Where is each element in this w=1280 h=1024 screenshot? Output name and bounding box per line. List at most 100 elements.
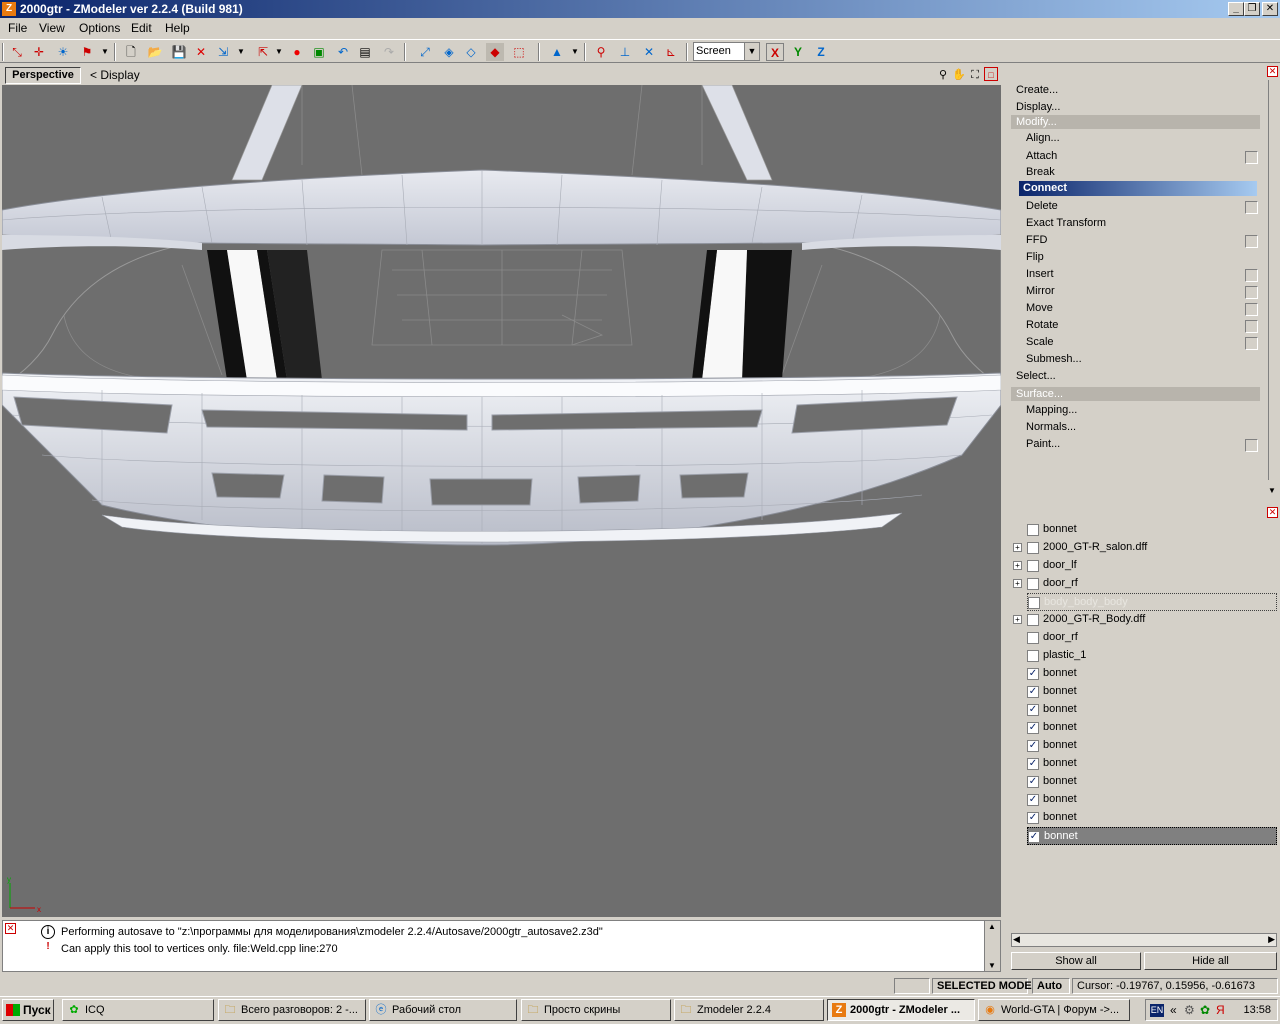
options-box[interactable]	[1245, 201, 1258, 214]
axis-screen-icon[interactable]: ⊾	[662, 43, 680, 61]
command-insert[interactable]: Insert	[1026, 268, 1054, 280]
visibility-checkbox[interactable]: ✓	[1027, 812, 1039, 824]
tree-item[interactable]: body_body_body	[1027, 593, 1277, 611]
tree-item[interactable]: + door_lf	[1007, 557, 1280, 575]
visibility-checkbox[interactable]: ✓	[1027, 704, 1039, 716]
command-display[interactable]: Display...	[1016, 101, 1060, 113]
tree-item[interactable]: bonnet	[1007, 521, 1280, 539]
visibility-checkbox[interactable]: ✓	[1027, 758, 1039, 770]
taskbar-item-chat[interactable]: 🗀 Всего разговоров: 2 -...	[218, 999, 366, 1021]
object-mode-icon[interactable]: ◇	[462, 43, 480, 61]
restore-button[interactable]: ❐	[1244, 2, 1260, 16]
command-mirror[interactable]: Mirror	[1026, 285, 1055, 297]
tree-item[interactable]: +2000_GT-R_Body.dff	[1007, 611, 1280, 629]
visibility-checkbox[interactable]	[1027, 560, 1039, 572]
command-scale[interactable]: Scale	[1026, 336, 1054, 348]
new-file-icon[interactable]: 🗋	[122, 43, 140, 61]
tree-item[interactable]: +2000_GT-R_salon.dff	[1007, 539, 1280, 557]
command-select[interactable]: Select...	[1016, 370, 1056, 382]
viewport-perspective-tab[interactable]: Perspective	[5, 67, 81, 84]
command-modify[interactable]: Modify...	[1011, 115, 1260, 129]
visibility-checkbox[interactable]	[1027, 578, 1039, 590]
taskbar-item-desktop[interactable]: ⓔ Рабочий стол	[369, 999, 517, 1021]
options-box[interactable]	[1245, 235, 1258, 248]
vertex-mode-icon[interactable]: ⤢	[416, 43, 434, 61]
walker-tool-icon[interactable]: ☀	[54, 43, 72, 61]
redo-icon[interactable]: ↷	[380, 43, 398, 61]
visibility-checkbox[interactable]: ✓	[1027, 794, 1039, 806]
visibility-checkbox[interactable]	[1027, 650, 1039, 662]
zoom-icon[interactable]: ⚲	[936, 68, 950, 82]
command-move[interactable]: Move	[1026, 302, 1053, 314]
tree-item[interactable]: ✓ bonnet	[1007, 755, 1280, 773]
menu-view[interactable]: View	[39, 21, 65, 35]
visibility-checkbox[interactable]	[1027, 542, 1039, 554]
minimize-button[interactable]: _	[1228, 2, 1244, 16]
options-box[interactable]	[1245, 286, 1258, 299]
viewport-display-menu[interactable]: < Display	[90, 68, 140, 82]
command-break[interactable]: Break	[1026, 166, 1055, 178]
menu-edit[interactable]: Edit	[131, 21, 152, 35]
auto-mode-indicator[interactable]: Auto	[1032, 978, 1070, 994]
close-icon[interactable]: ✕	[5, 923, 16, 934]
tree-item[interactable]: door_rf	[1007, 629, 1280, 647]
taskbar-item-icq[interactable]: ✿ ICQ	[62, 999, 214, 1021]
3d-viewport[interactable]: y x	[2, 85, 1001, 917]
command-align[interactable]: Align...	[1026, 132, 1060, 144]
scroll-down-icon[interactable]: ▼	[1268, 486, 1276, 495]
scroll-left-icon[interactable]: ◀	[1013, 934, 1020, 945]
tree-item[interactable]: ✓ bonnet	[1007, 809, 1280, 827]
visibility-checkbox[interactable]: ✓	[1027, 722, 1039, 734]
expand-icon[interactable]: +	[1013, 561, 1022, 570]
language-indicator[interactable]: EN	[1150, 1004, 1164, 1017]
command-panel-scrollbar[interactable]: ▼	[1266, 64, 1280, 497]
delete-icon[interactable]: ✕	[192, 43, 210, 61]
visibility-checkbox[interactable]: ✓	[1027, 740, 1039, 752]
zoom-extents-icon[interactable]: ⛶	[968, 68, 982, 82]
command-create[interactable]: Create...	[1016, 84, 1058, 96]
tree-horizontal-scrollbar[interactable]: ◀ ▶	[1011, 933, 1277, 947]
face-mode-icon[interactable]: ◈	[440, 43, 458, 61]
taskbar-item-zmodeler[interactable]: Z 2000gtr - ZModeler ...	[827, 999, 975, 1021]
visibility-checkbox[interactable]: ✓	[1027, 776, 1039, 788]
tree-item[interactable]: ✓ bonnet	[1007, 683, 1280, 701]
tree-item[interactable]: ✓ bonnet	[1007, 737, 1280, 755]
visibility-checkbox[interactable]: ✓	[1027, 686, 1039, 698]
expand-icon[interactable]: +	[1013, 615, 1022, 624]
scroll-down-icon[interactable]: ▼	[988, 961, 996, 970]
tree-item[interactable]: + door_rf	[1007, 575, 1280, 593]
magnet-icon[interactable]: ⚲	[592, 43, 610, 61]
tree-item[interactable]: ✓ bonnet	[1007, 701, 1280, 719]
axis-local-icon[interactable]: ⊥	[616, 43, 634, 61]
command-flip[interactable]: Flip	[1026, 251, 1044, 263]
import-icon[interactable]: ⇲	[214, 43, 232, 61]
normals-dropdown-icon[interactable]: ▼	[566, 43, 584, 61]
tree-item[interactable]: ✓ bonnet	[1007, 719, 1280, 737]
zmodeler-app-icon[interactable]: Z	[2, 2, 16, 16]
undo-icon[interactable]: ↶	[334, 43, 352, 61]
visibility-checkbox[interactable]	[1027, 614, 1039, 626]
command-attach[interactable]: Attach	[1026, 150, 1057, 162]
axis-x-toggle[interactable]: X	[766, 43, 784, 61]
tree-item[interactable]: ✓ bonnet	[1027, 827, 1277, 845]
command-normals[interactable]: Normals...	[1026, 421, 1076, 433]
axis-world-icon[interactable]: ✕	[640, 43, 658, 61]
network-icon[interactable]: ⚙	[1184, 1003, 1195, 1017]
options-box[interactable]	[1245, 337, 1258, 350]
command-surface[interactable]: Surface...	[1011, 387, 1260, 401]
icq-tray-icon[interactable]: ✿	[1200, 1003, 1210, 1017]
command-delete[interactable]: Delete	[1026, 200, 1058, 212]
tree-item[interactable]: ✓ bonnet	[1007, 665, 1280, 683]
tray-expand-icon[interactable]: «	[1170, 1003, 1177, 1017]
open-file-icon[interactable]: 📂	[146, 43, 164, 61]
visibility-checkbox[interactable]	[1028, 597, 1040, 609]
expand-icon[interactable]: +	[1013, 579, 1022, 588]
command-exact-transform[interactable]: Exact Transform	[1026, 217, 1106, 229]
select-tool-icon[interactable]: ⤡	[8, 43, 26, 61]
axis-z-toggle[interactable]: Z	[812, 43, 830, 61]
command-submesh[interactable]: Submesh...	[1026, 353, 1082, 365]
options-box[interactable]	[1245, 303, 1258, 316]
menu-help[interactable]: Help	[165, 21, 190, 35]
tree-item[interactable]: plastic_1	[1007, 647, 1280, 665]
command-rotate[interactable]: Rotate	[1026, 319, 1058, 331]
